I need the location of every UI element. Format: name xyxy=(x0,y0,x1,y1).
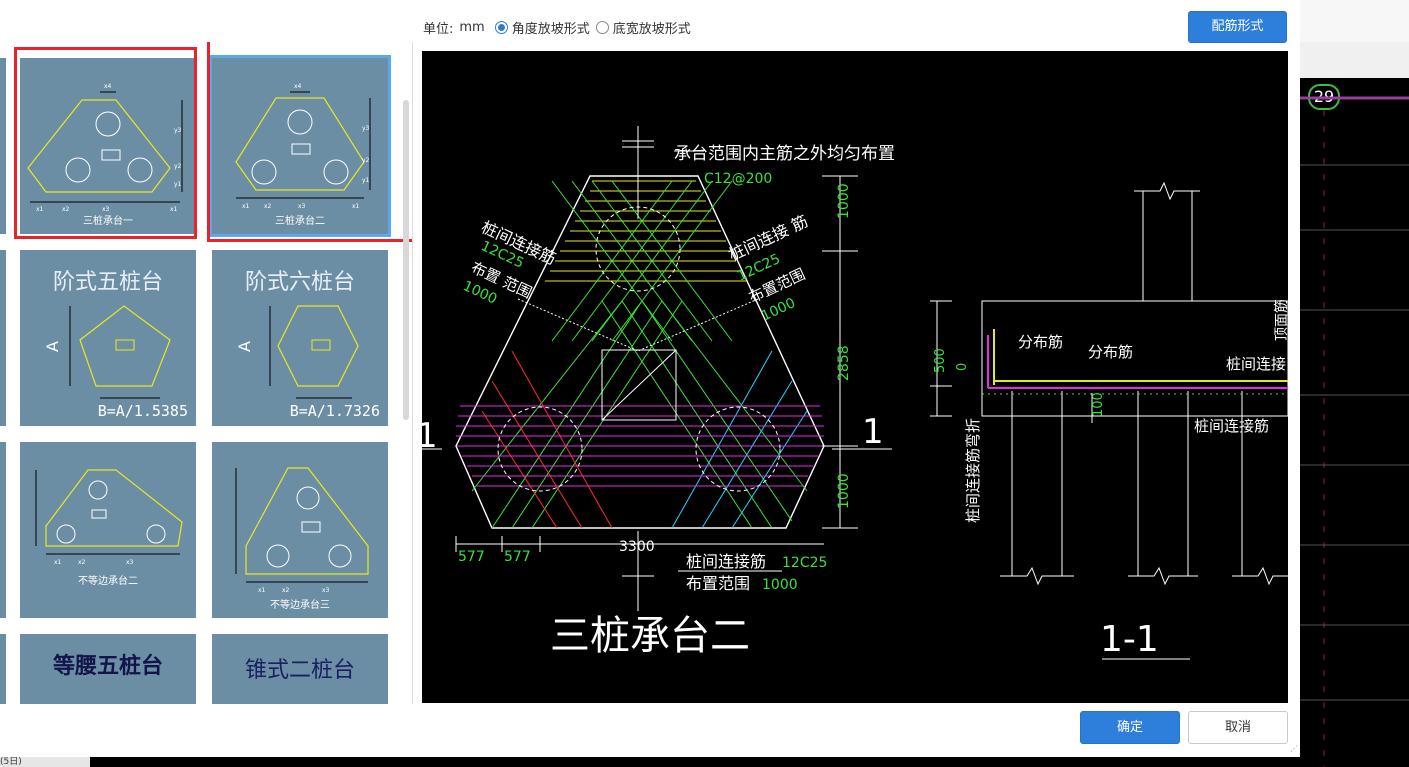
svg-text:x3: x3 xyxy=(322,587,330,594)
top-hatch xyxy=(545,180,746,282)
svg-text:x1: x1 xyxy=(54,559,62,566)
dim-d2: 2858 xyxy=(836,345,852,381)
resize-grip-icon[interactable]: ⋰ xyxy=(1290,745,1298,753)
pile-cap-gallery: x4 y3 y2 y1 x1 x2 x3 x1 三桩承台一 x4 y3 y2 y… xyxy=(0,42,413,704)
tile-caption: 不等边承台二 xyxy=(78,576,138,587)
preview-canvas: 1000 2858 1000 577 577 3300 1 1 承台范围内主筋之… xyxy=(422,51,1288,703)
tile-step-five-pile[interactable]: 阶式五桩台 A B=A/1.5385 xyxy=(20,250,196,426)
tile-left-partial-3[interactable] xyxy=(0,442,6,618)
section-top-face: 顶面筋 xyxy=(1273,299,1288,341)
section-bend: 桩间连接筋弯折 xyxy=(964,418,982,523)
section-conn-2: 桩间连接筋 xyxy=(1194,417,1269,435)
section-h1: 500 xyxy=(933,348,948,373)
pile-right xyxy=(695,406,781,492)
dim-w2: 577 xyxy=(504,549,531,565)
highlight-frame-2 xyxy=(207,42,412,242)
section-dist-1: 分布筋 xyxy=(1018,333,1063,351)
bottom-spec: 12C25 xyxy=(782,555,827,571)
six-pile-diagram: A xyxy=(235,305,359,399)
dim-a: A xyxy=(43,341,62,352)
section-h2: 0 xyxy=(955,363,970,371)
tile-formula: B=A/1.7326 xyxy=(289,402,380,420)
angle-slope-radio[interactable] xyxy=(494,20,508,34)
unequal-cap-3-diagram: x1 x2 x3 xyxy=(235,467,369,594)
dim-w1: 577 xyxy=(458,549,485,565)
strip-label: (5日) xyxy=(0,757,90,767)
bottom-label: 桩间连接筋 xyxy=(686,552,766,571)
angle-slope-label[interactable]: 角度放坡形式 xyxy=(512,18,590,37)
unequal-cap-2-diagram: x1 x2 x3 xyxy=(35,469,183,566)
background-cad-canvas: 29 xyxy=(1300,0,1409,767)
unit-row: 单位: mm 角度放坡形式 底宽放坡形式 xyxy=(423,17,691,37)
svg-text:x2: x2 xyxy=(78,559,86,566)
drawing-title: 三桩承台二 xyxy=(550,613,750,659)
bottom-range-value: 1000 xyxy=(762,577,798,593)
pile-cap-drawing: 1000 2858 1000 577 577 3300 1 1 承台范围内主筋之… xyxy=(422,126,1288,660)
width-slope-label[interactable]: 底宽放坡形式 xyxy=(613,18,691,37)
pile-top xyxy=(595,206,681,292)
tile-formula: B=A/1.5385 xyxy=(97,402,188,420)
reinforce-form-button[interactable]: 配筋形式 xyxy=(1188,11,1287,43)
section-mark-left: 1 xyxy=(422,416,438,456)
unit-value: mm xyxy=(459,19,485,35)
tile-caption: 不等边承台三 xyxy=(270,600,330,611)
dim-d3: 1000 xyxy=(836,473,852,509)
dim-a: A xyxy=(235,341,254,352)
tile-step-six-pile[interactable]: 阶式六桩台 A B=A/1.7326 xyxy=(212,250,388,426)
unit-label: 单位: xyxy=(423,21,454,37)
highlight-frame-1 xyxy=(14,47,197,239)
dim-d1: 1000 xyxy=(836,183,852,219)
svg-text:x2: x2 xyxy=(282,587,290,594)
ok-button[interactable]: 确定 xyxy=(1080,711,1180,744)
section-title: 1-1 xyxy=(1100,619,1159,660)
section-conn: 桩间连接 xyxy=(1226,355,1286,373)
pile-cap-dialog: 单位: mm 角度放坡形式 底宽放坡形式 配筋形式 x4 y3 y2 y1 x1… xyxy=(0,0,1300,757)
background-grid xyxy=(1300,96,1409,767)
background-status-strip: (5日) xyxy=(0,757,1300,767)
width-slope-radio[interactable] xyxy=(595,20,609,34)
tile-left-partial-2[interactable] xyxy=(0,250,6,426)
tile-isosceles-five-pile[interactable]: 等腰五桩台 xyxy=(20,634,196,704)
note-top-spec: C12@200 xyxy=(704,171,772,187)
tile-left-partial-4[interactable] xyxy=(0,634,6,704)
note-top: 承台范围内主筋之外均匀布置 xyxy=(674,144,895,164)
tile-cone-two-pile[interactable]: 锥式二桩台 xyxy=(212,634,388,704)
svg-text:x3: x3 xyxy=(126,559,134,566)
cancel-button[interactable]: 取消 xyxy=(1188,711,1288,744)
section-h3: 100 xyxy=(1091,392,1106,417)
tile-unequal-cap-2[interactable]: x1 x2 x3 不等边承台二 xyxy=(20,442,196,618)
section-mark-right: 1 xyxy=(862,412,884,452)
section-dist-2: 分布筋 xyxy=(1088,343,1133,361)
pile-left xyxy=(497,406,583,492)
svg-text:x1: x1 xyxy=(258,587,266,594)
tile-left-partial-1[interactable] xyxy=(0,58,6,234)
red-hatch xyxy=(481,350,613,529)
tile-unequal-cap-3[interactable]: x1 x2 x3 不等边承台三 xyxy=(212,442,388,618)
tile-title: 锥式二桩台 xyxy=(244,658,355,683)
gallery-scrollbar[interactable] xyxy=(403,100,409,420)
cyan-hatch xyxy=(671,350,808,529)
dim-total: 3300 xyxy=(619,539,655,555)
five-pile-diagram: A xyxy=(43,305,171,399)
bottom-range-label: 布置范围 xyxy=(686,574,750,593)
tile-title: 等腰五桩台 xyxy=(52,653,163,679)
